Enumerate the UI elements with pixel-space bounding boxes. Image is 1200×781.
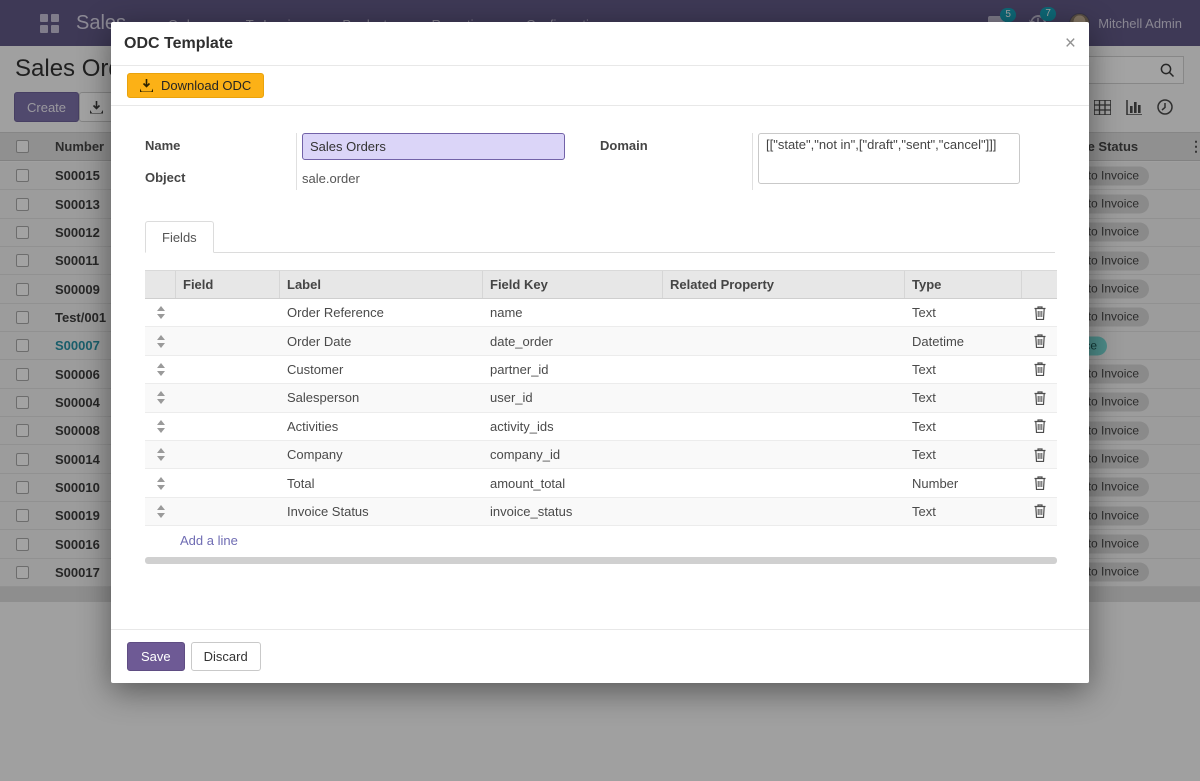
type-cell[interactable]: Text — [905, 390, 1022, 405]
tab-fields[interactable]: Fields — [145, 221, 214, 253]
type-cell[interactable]: Text — [905, 419, 1022, 434]
add-line-row: Add a line — [145, 526, 1057, 555]
download-odc-button[interactable]: Download ODC — [127, 73, 264, 98]
field-row[interactable]: Customer partner_id Text — [145, 356, 1057, 384]
name-label: Name — [145, 138, 180, 153]
field-key-cell[interactable]: name — [483, 305, 663, 320]
dialog-action-band: Download ODC — [111, 66, 1089, 106]
label-cell[interactable]: Customer — [280, 362, 483, 377]
field-key-cell[interactable]: user_id — [483, 390, 663, 405]
trash-icon[interactable] — [1034, 504, 1046, 518]
field-row[interactable]: Company company_id Text — [145, 441, 1057, 469]
drag-handle-icon[interactable] — [157, 363, 165, 376]
label-cell[interactable]: Invoice Status — [280, 504, 483, 519]
drag-handle-icon[interactable] — [157, 335, 165, 348]
drag-handle-icon[interactable] — [157, 391, 165, 404]
related-property-column-header[interactable]: Related Property — [663, 271, 905, 298]
drag-handle-icon[interactable] — [157, 505, 165, 518]
field-key-cell[interactable]: date_order — [483, 334, 663, 349]
odc-template-dialog: ODC Template × Download ODC Name Object … — [111, 22, 1089, 683]
field-key-column-header[interactable]: Field Key — [483, 271, 663, 298]
trash-icon[interactable] — [1034, 419, 1046, 433]
field-key-cell[interactable]: activity_ids — [483, 419, 663, 434]
field-key-cell[interactable]: invoice_status — [483, 504, 663, 519]
field-row[interactable]: Activities activity_ids Text — [145, 413, 1057, 441]
dialog-title: ODC Template — [124, 35, 233, 53]
add-a-line-link[interactable]: Add a line — [180, 533, 238, 548]
field-row[interactable]: Order Reference name Text — [145, 299, 1057, 327]
label-cell[interactable]: Activities — [280, 419, 483, 434]
horizontal-scrollbar[interactable] — [145, 557, 1057, 564]
drag-handle-icon[interactable] — [157, 306, 165, 319]
field-row[interactable]: Total amount_total Number — [145, 469, 1057, 497]
label-cell[interactable]: Order Date — [280, 334, 483, 349]
name-input[interactable] — [302, 133, 565, 160]
type-cell[interactable]: Text — [905, 504, 1022, 519]
dialog-footer: Save Discard — [111, 629, 1089, 683]
object-label: Object — [145, 170, 185, 185]
dialog-header: ODC Template × — [111, 22, 1089, 66]
tab-bar: Fields — [145, 222, 1055, 253]
field-column-header[interactable]: Field — [176, 271, 280, 298]
field-row[interactable]: Invoice Status invoice_status Text — [145, 498, 1057, 526]
drag-handle-icon[interactable] — [157, 420, 165, 433]
delete-column-header — [1022, 271, 1057, 298]
type-cell[interactable]: Datetime — [905, 334, 1022, 349]
download-icon — [140, 79, 153, 92]
handle-column-header — [145, 271, 176, 298]
form-separator — [752, 133, 753, 190]
domain-textarea[interactable]: [["state","not in",["draft","sent","canc… — [758, 133, 1020, 184]
trash-icon[interactable] — [1034, 306, 1046, 320]
fields-rows: Order Reference name Text Order Date dat… — [145, 299, 1057, 526]
label-cell[interactable]: Order Reference — [280, 305, 483, 320]
trash-icon[interactable] — [1034, 334, 1046, 348]
field-key-cell[interactable]: company_id — [483, 447, 663, 462]
label-cell[interactable]: Total — [280, 476, 483, 491]
object-value: sale.order — [302, 171, 360, 186]
trash-icon[interactable] — [1034, 391, 1046, 405]
type-cell[interactable]: Text — [905, 447, 1022, 462]
close-icon[interactable]: × — [1065, 34, 1076, 53]
discard-button[interactable]: Discard — [191, 642, 261, 671]
field-row[interactable]: Salesperson user_id Text — [145, 384, 1057, 412]
trash-icon[interactable] — [1034, 448, 1046, 462]
type-cell[interactable]: Text — [905, 362, 1022, 377]
label-cell[interactable]: Company — [280, 447, 483, 462]
fields-table: Field Label Field Key Related Property T… — [145, 270, 1057, 555]
domain-label: Domain — [600, 138, 648, 153]
type-cell[interactable]: Text — [905, 305, 1022, 320]
label-cell[interactable]: Salesperson — [280, 390, 483, 405]
trash-icon[interactable] — [1034, 362, 1046, 376]
fields-table-header: Field Label Field Key Related Property T… — [145, 270, 1057, 299]
field-key-cell[interactable]: amount_total — [483, 476, 663, 491]
field-row[interactable]: Order Date date_order Datetime — [145, 327, 1057, 355]
drag-handle-icon[interactable] — [157, 448, 165, 461]
label-column-header[interactable]: Label — [280, 271, 483, 298]
trash-icon[interactable] — [1034, 476, 1046, 490]
type-column-header[interactable]: Type — [905, 271, 1022, 298]
type-cell[interactable]: Number — [905, 476, 1022, 491]
save-button[interactable]: Save — [127, 642, 185, 671]
drag-handle-icon[interactable] — [157, 477, 165, 490]
form-separator — [296, 133, 297, 190]
field-key-cell[interactable]: partner_id — [483, 362, 663, 377]
